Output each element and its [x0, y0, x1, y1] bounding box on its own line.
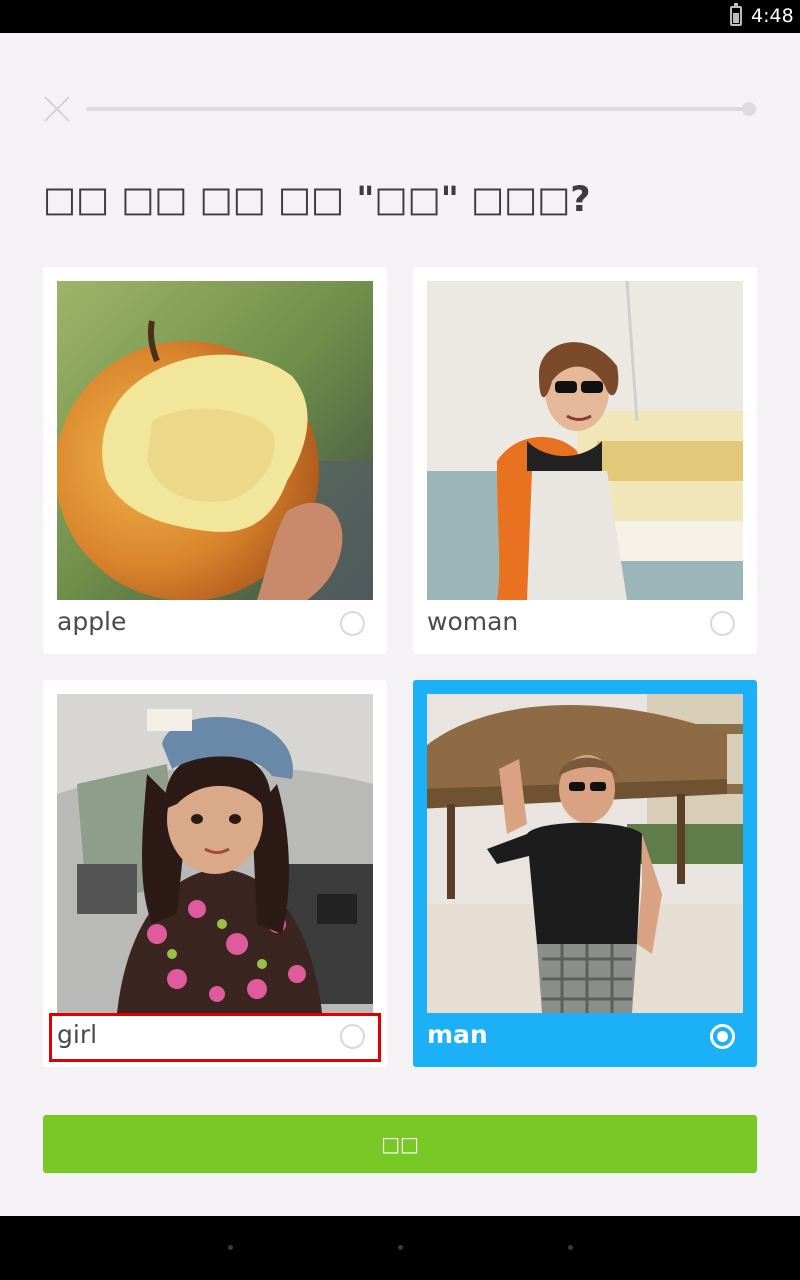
man-photo — [427, 694, 743, 1013]
highlight-box — [49, 1013, 381, 1062]
radio-man-selected[interactable] — [710, 1024, 735, 1049]
nav-recents-icon[interactable] — [568, 1245, 573, 1250]
progress-end-dot — [742, 102, 756, 116]
option-label-man: man — [427, 1020, 488, 1049]
battery-icon — [730, 3, 742, 26]
option-card-girl[interactable]: girl — [43, 680, 387, 1067]
option-card-woman[interactable]: woman — [413, 267, 757, 654]
status-time: 4:48 — [751, 5, 794, 27]
navigation-bar — [0, 1216, 800, 1280]
woman-photo — [427, 281, 743, 600]
apple-photo — [57, 281, 373, 600]
close-icon[interactable] — [43, 95, 71, 123]
option-label-woman: woman — [427, 607, 519, 636]
question-prompt: □□ □□ □□ □□ "□□" □□□? — [43, 180, 591, 220]
submit-button[interactable]: □□ — [43, 1115, 757, 1173]
nav-back-icon[interactable] — [228, 1245, 233, 1250]
progress-bar — [86, 107, 750, 111]
submit-label: □□ — [381, 1132, 419, 1156]
option-card-man[interactable]: man — [413, 680, 757, 1067]
girl-photo — [57, 694, 373, 1013]
status-bar: 4:48 — [0, 0, 800, 33]
radio-woman[interactable] — [710, 611, 735, 636]
nav-home-icon[interactable] — [398, 1245, 403, 1250]
option-label-apple: apple — [57, 607, 127, 636]
radio-apple[interactable] — [340, 611, 365, 636]
option-card-apple[interactable]: apple — [43, 267, 387, 654]
